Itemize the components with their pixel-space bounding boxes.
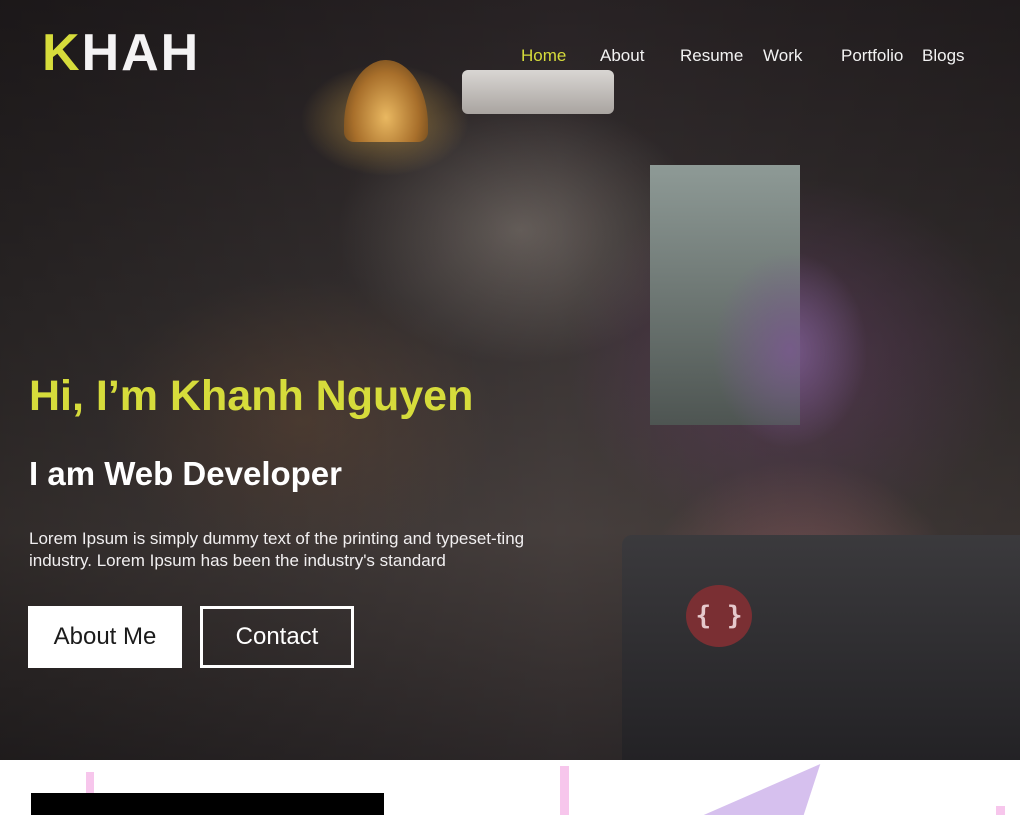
code-braces-icon: { }	[686, 585, 752, 647]
laptop-image	[622, 535, 1020, 760]
nav-home[interactable]: Home	[521, 46, 566, 66]
decor-lavender-triangle	[703, 764, 821, 815]
logo-rest: HAH	[81, 24, 201, 82]
nav-portfolio[interactable]: Portfolio	[841, 46, 903, 66]
nav-resume[interactable]: Resume	[680, 46, 743, 66]
nav-blogs[interactable]: Blogs	[922, 46, 965, 66]
site-logo[interactable]: KHAH	[42, 24, 200, 82]
air-conditioner	[462, 70, 614, 114]
contact-button[interactable]: Contact	[200, 606, 354, 668]
nav-about[interactable]: About	[600, 46, 644, 66]
about-me-button[interactable]: About Me	[28, 606, 182, 668]
decor-pink-square	[996, 806, 1005, 815]
logo-accent-letter: K	[42, 24, 82, 82]
section-heading-block	[31, 793, 384, 815]
next-section	[0, 760, 1020, 815]
hero-subtitle: I am Web Developer	[29, 455, 343, 492]
decor-pink-bar	[560, 766, 569, 815]
nav-work[interactable]: Work	[763, 46, 802, 66]
hero-description: Lorem Ipsum is simply dummy text of the …	[29, 529, 525, 570]
pendant-lamp	[344, 60, 428, 142]
hero-title: Hi, I’m Khanh Nguyen	[29, 372, 474, 420]
